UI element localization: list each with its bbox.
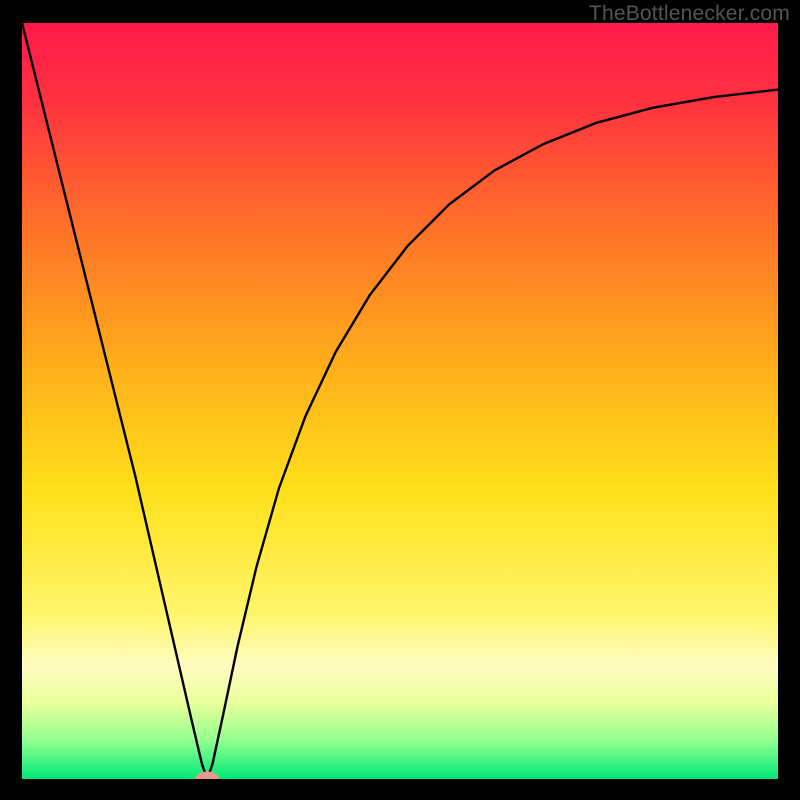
watermark-text: TheBottleneсker.com bbox=[589, 2, 790, 26]
chart-frame: TheBottleneсker.com bbox=[0, 0, 800, 800]
bottleneck-chart bbox=[22, 23, 778, 779]
plot-area bbox=[22, 23, 778, 779]
gradient-background bbox=[22, 23, 778, 779]
